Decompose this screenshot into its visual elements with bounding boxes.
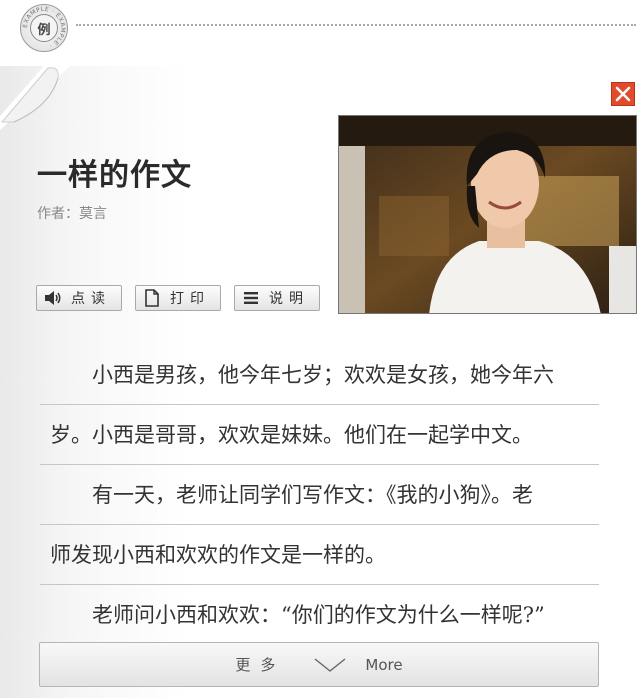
close-icon <box>615 86 631 102</box>
print-label: 打印 <box>170 291 210 307</box>
more-label-en: More <box>365 655 403 674</box>
list-icon <box>241 288 261 308</box>
paragraph-line: 师发现小西和欢欢的作文是一样的。 <box>40 525 599 585</box>
chevron-down-icon <box>314 657 346 672</box>
stamp-char: 例 <box>30 14 58 42</box>
article-author: 作者：莫言 <box>37 206 107 222</box>
header-divider <box>76 24 636 26</box>
more-label-cn: 更多 <box>235 656 286 674</box>
notes-label: 说明 <box>269 291 309 307</box>
more-button[interactable]: 更多 More <box>39 642 599 687</box>
paragraph-line: 岁。小西是哥哥，欢欢是妹妹。他们在一起学中文。 <box>40 405 599 465</box>
paragraph-line: 有一天，老师让同学们写作文：《我的小狗》。老 <box>40 465 599 525</box>
speaker-icon <box>43 288 63 308</box>
close-button[interactable] <box>611 82 635 106</box>
read-aloud-label: 点读 <box>71 291 111 307</box>
page-curl-decoration <box>0 66 70 130</box>
notes-button[interactable]: 说明 <box>234 285 320 311</box>
print-button[interactable]: 打印 <box>135 285 221 311</box>
document-icon <box>142 288 162 308</box>
paragraph-line: 小西是男孩，他今年七岁；欢欢是女孩，她今年六 <box>40 345 599 405</box>
read-aloud-button[interactable]: 点读 <box>36 285 122 311</box>
paragraph-line: 老师问小西和欢欢：“你们的作文为什么一样呢?” <box>92 603 545 627</box>
author-photo <box>338 115 637 314</box>
example-stamp-logo: EXAMPLE · EXAMPLE · 例 <box>20 4 68 52</box>
article-title: 一样的作文 <box>37 158 192 193</box>
